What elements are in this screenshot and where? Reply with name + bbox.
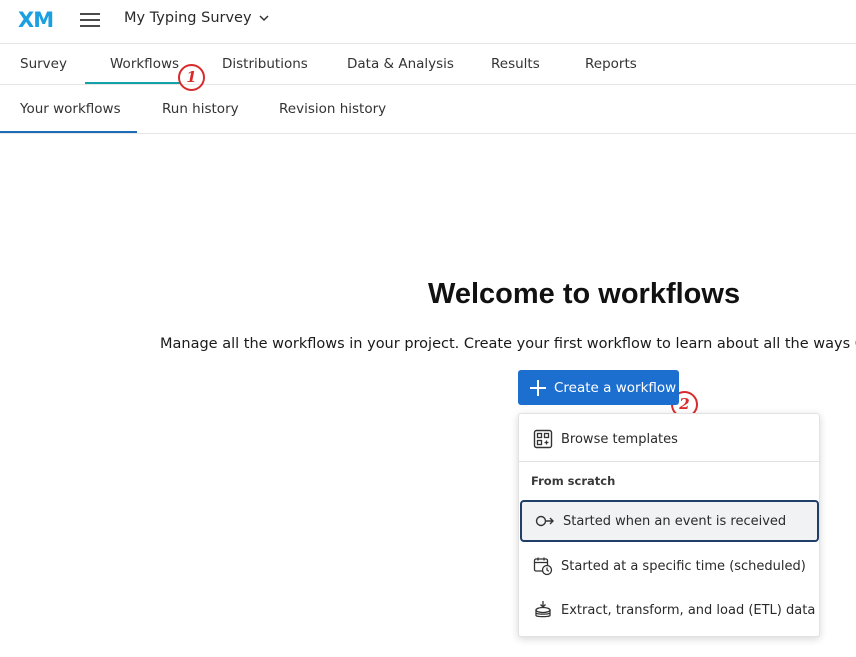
subtab-revision-history[interactable]: Revision history	[279, 101, 386, 117]
menu-item-scheduled[interactable]: Started at a specific time (scheduled)	[520, 545, 818, 587]
menu-item-label: Started at a specific time (scheduled)	[561, 558, 806, 574]
create-workflow-button[interactable]: Create a workflow	[518, 370, 679, 405]
active-subtab-indicator	[0, 131, 137, 133]
page-title: Welcome to workflows	[428, 278, 741, 310]
event-arrow-icon	[535, 515, 554, 527]
tab-results[interactable]: Results	[491, 56, 540, 72]
menu-divider	[519, 461, 819, 462]
annotation-badge-1: 1	[178, 64, 205, 91]
browse-templates-item[interactable]: Browse templates	[520, 418, 818, 460]
project-selector[interactable]: My Typing Survey	[124, 10, 270, 26]
page-description: Manage all the workflows in your project…	[160, 336, 856, 352]
project-name: My Typing Survey	[124, 10, 252, 26]
create-workflow-menu: Browse templates From scratch Started wh…	[518, 413, 820, 637]
main-tabs: Survey Workflows Distributions Data & An…	[0, 44, 856, 85]
browse-templates-label: Browse templates	[561, 431, 678, 447]
create-workflow-label: Create a workflow	[554, 379, 677, 396]
plus-icon	[530, 379, 546, 396]
hamburger-menu-icon[interactable]	[80, 12, 100, 28]
active-tab-indicator	[85, 82, 181, 84]
sub-tabs: Your workflows Run history Revision hist…	[0, 85, 856, 134]
calendar-clock-icon	[533, 557, 553, 576]
menu-item-etl[interactable]: Extract, transform, and load (ETL) data	[520, 589, 818, 631]
chevron-down-icon	[259, 15, 269, 22]
tab-data-analysis[interactable]: Data & Analysis	[347, 56, 454, 72]
tab-survey[interactable]: Survey	[20, 56, 67, 72]
menu-item-event-triggered[interactable]: Started when an event is received	[520, 500, 819, 542]
database-download-icon	[535, 601, 551, 618]
subtab-your-workflows[interactable]: Your workflows	[20, 101, 121, 117]
subtab-run-history[interactable]: Run history	[162, 101, 239, 117]
top-bar: XM My Typing Survey	[0, 0, 856, 44]
tab-distributions[interactable]: Distributions	[222, 56, 308, 72]
xm-logo[interactable]: XM	[18, 8, 54, 32]
menu-item-label: Extract, transform, and load (ETL) data	[561, 602, 816, 618]
templates-grid-icon	[533, 429, 553, 449]
menu-item-label: Started when an event is received	[563, 513, 787, 529]
tab-reports[interactable]: Reports	[585, 56, 637, 72]
menu-group-label: From scratch	[531, 474, 616, 488]
tab-workflows[interactable]: Workflows	[110, 56, 179, 72]
